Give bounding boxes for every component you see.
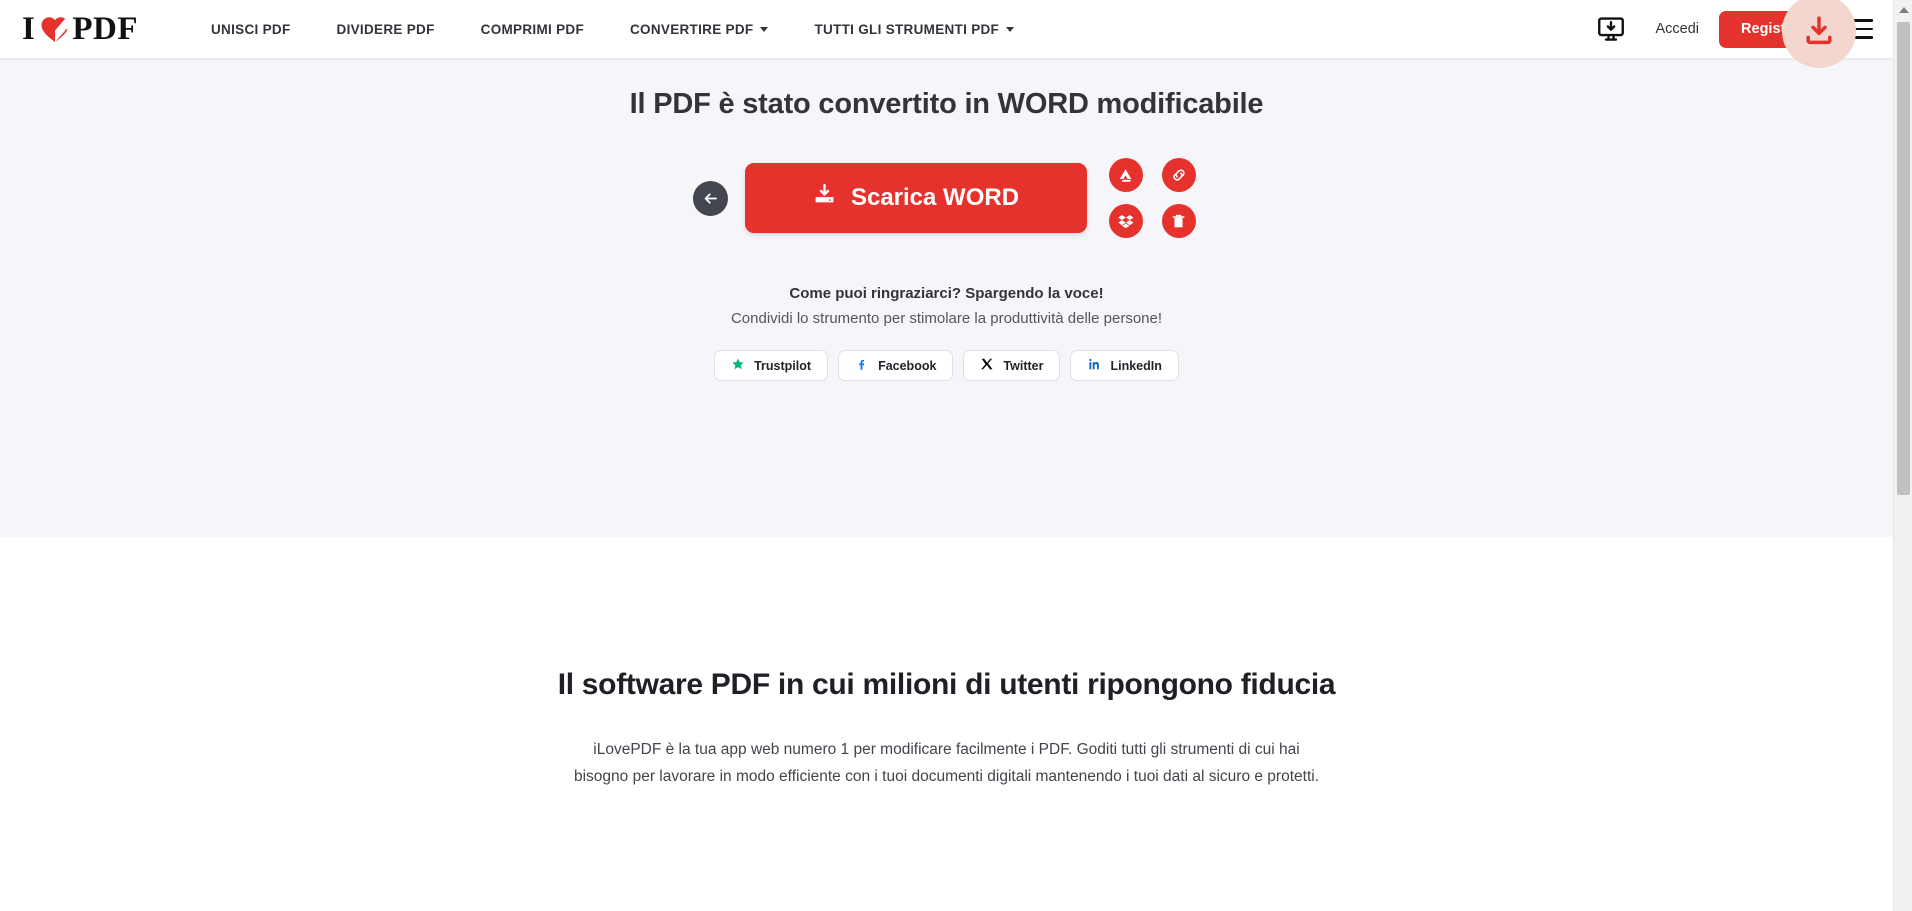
nav-convert-pdf-label: CONVERTIRE PDF (630, 21, 754, 37)
download-word-button[interactable]: Scarica WORD (744, 163, 1087, 233)
share-trustpilot-button[interactable]: Trustpilot (714, 350, 829, 381)
share-linkedin-button[interactable]: LinkedIn (1070, 350, 1179, 381)
nav-merge-pdf[interactable]: UNISCI PDF (188, 22, 314, 37)
hamburger-menu-icon[interactable] (1839, 12, 1873, 46)
brand-logo-2 (593, 889, 653, 911)
share-prompt-subtitle: Condividi lo strumento per stimolare la … (730, 310, 1163, 327)
chevron-down-icon (760, 26, 769, 32)
trust-title: Il software PDF in cui milioni di utenti… (557, 668, 1336, 701)
hamburger-bar (1839, 19, 1873, 22)
save-to-dropbox-button[interactable] (1108, 204, 1143, 238)
main-menu: UNISCI PDF DIVIDERE PDF COMPRIMI PDF CON… (188, 22, 1037, 37)
signup-button[interactable]: Registr (1719, 10, 1813, 48)
brand-logo-5 (1565, 889, 1625, 911)
brand-logo-3 (917, 889, 977, 911)
nav-compress-pdf[interactable]: COMPRIMI PDF (458, 22, 607, 37)
scroll-thumb[interactable] (1897, 22, 1910, 495)
page-viewport: Il PDF è stato convertito in WORD modifi… (0, 0, 1912, 911)
google-drive-icon (1119, 168, 1132, 182)
nav-compress-pdf-label: COMPRIMI PDF (480, 21, 584, 37)
nav-split-pdf-label: DIVIDERE PDF (336, 21, 435, 37)
brand-logo-4 (1241, 889, 1301, 911)
nav-all-tools-pdf[interactable]: TUTTI GLI STRUMENTI PDF (791, 22, 1037, 37)
download-actions-row: Scarica WORD (0, 153, 1893, 243)
scroll-up-arrow-icon[interactable] (1894, 0, 1912, 19)
logo-text-post: PDF (72, 10, 138, 47)
page-scrollbar[interactable] (1893, 0, 1912, 911)
share-prompt-block: Come puoi ringraziarci? Spargendo la voc… (0, 285, 1893, 381)
share-linkedin-label: LinkedIn (1110, 358, 1162, 373)
nav-split-pdf[interactable]: DIVIDERE PDF (314, 22, 458, 37)
chevron-down-icon (1006, 26, 1015, 32)
hamburger-bar (1839, 36, 1873, 39)
login-link[interactable]: Accedi (1656, 21, 1700, 37)
arrow-left-icon (704, 192, 717, 204)
share-twitter-button[interactable]: Twitter (963, 350, 1061, 381)
facebook-icon (855, 357, 869, 375)
nav-all-tools-pdf-label: TUTTI GLI STRUMENTI PDF (814, 21, 1000, 37)
download-word-label: Scarica WORD (850, 184, 1020, 211)
conversion-result-section: Il PDF è stato convertito in WORD modifi… (0, 58, 1893, 537)
share-prompt-title: Come puoi ringraziarci? Spargendo la voc… (789, 285, 1104, 302)
save-to-google-drive-button[interactable] (1108, 158, 1143, 192)
trust-section: Il software PDF in cui milioni di utenti… (0, 537, 1893, 911)
navbar-right-group: Accedi Registr (1596, 10, 1894, 48)
brand-logo-1 (269, 889, 329, 911)
social-share-row: Trustpilot Facebook Twitter LinkedIn (0, 350, 1893, 381)
back-button[interactable] (692, 180, 728, 216)
share-twitter-label: Twitter (1003, 358, 1044, 373)
page-title: Il PDF è stato convertito in WORD modifi… (629, 88, 1264, 120)
dropbox-icon (1117, 215, 1133, 229)
hamburger-bar (1839, 27, 1873, 31)
share-facebook-button[interactable]: Facebook (838, 350, 954, 381)
trust-description: iLovePDF è la tua app web numero 1 per m… (573, 741, 1319, 785)
star-icon (731, 357, 745, 374)
ilovepdf-logo[interactable]: I PDF (22, 11, 138, 48)
nav-convert-pdf[interactable]: CONVERTIRE PDF (607, 22, 791, 37)
logo-text-pre: I (22, 10, 36, 47)
top-navigation-bar: I PDF UNISCI PDF DIVIDERE PDF COMPRIMI P… (0, 0, 1893, 58)
share-facebook-label: Facebook (878, 358, 937, 373)
desktop-download-icon[interactable] (1596, 14, 1626, 44)
share-trustpilot-label: Trustpilot (754, 358, 812, 373)
twitter-x-icon (980, 357, 994, 374)
delete-file-button[interactable] (1161, 204, 1196, 238)
brand-logos-row (0, 889, 1893, 911)
linkedin-icon (1087, 357, 1101, 374)
trash-icon (1172, 214, 1185, 227)
heart-icon (40, 15, 70, 43)
link-icon (1172, 169, 1185, 181)
file-actions-grid (1104, 153, 1201, 243)
download-icon (812, 182, 837, 214)
nav-merge-pdf-label: UNISCI PDF (211, 21, 291, 37)
copy-link-button[interactable] (1161, 158, 1196, 192)
